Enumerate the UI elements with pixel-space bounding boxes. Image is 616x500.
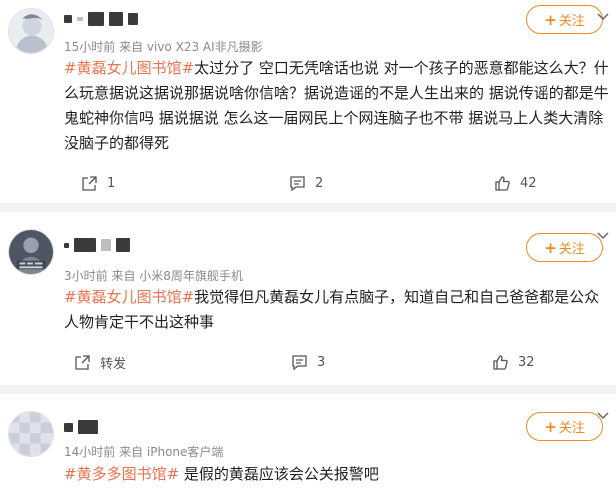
avatar-image: [9, 9, 53, 53]
like-count: 32: [518, 354, 535, 370]
follow-label: 关注: [558, 242, 585, 257]
post-text: #黄磊女儿图书馆#太过分了 空口无凭啥话也说 对一个孩子的恶意都能这么大？什么玩…: [64, 56, 609, 156]
action-bar: 转发 3 32: [0, 352, 616, 372]
share-icon: [75, 354, 90, 370]
like-count: 42: [520, 175, 537, 191]
post-text: #黄磊女儿图书馆#我觉得但凡黄磊女儿有点脑子，知道自己和自己爸爸都是公众人物肯定…: [64, 285, 609, 335]
comment-count: 2: [315, 175, 324, 191]
chevron-down-icon[interactable]: [596, 10, 610, 24]
plus-icon: +: [544, 417, 557, 436]
username-redacted[interactable]: [64, 238, 130, 252]
topic-tag[interactable]: #黄多多图书馆#: [64, 465, 179, 483]
comment-button[interactable]: 2: [289, 173, 323, 193]
topic-tag[interactable]: #黄磊女儿图书馆#: [64, 288, 194, 306]
thumbs-up-icon: [493, 354, 508, 370]
like-button[interactable]: 32: [492, 352, 535, 372]
like-button[interactable]: 42: [494, 173, 537, 193]
post-separator: [0, 203, 616, 212]
post-text: #黄多多图书馆# 是假的黄磊应该会公关报警吧: [64, 462, 609, 487]
username-redacted[interactable]: [64, 420, 98, 434]
avatar-image: [9, 230, 53, 274]
comment-icon: [290, 175, 305, 191]
plus-icon: +: [544, 10, 557, 29]
follow-button[interactable]: + 关注: [526, 5, 603, 34]
plus-icon: +: [544, 238, 557, 257]
repost-button[interactable]: 转发: [74, 352, 126, 372]
chevron-down-icon[interactable]: [596, 409, 610, 423]
avatar-image: [9, 412, 53, 456]
follow-button[interactable]: + 关注: [526, 233, 603, 262]
action-bar: 1 2 42: [0, 173, 616, 193]
repost-label: 转发: [100, 356, 127, 372]
avatar[interactable]: [8, 8, 54, 54]
avatar[interactable]: [8, 229, 54, 275]
post-separator: [0, 385, 616, 394]
username-redacted[interactable]: [64, 12, 138, 26]
topic-tag[interactable]: #黄磊女儿图书馆#: [64, 59, 194, 77]
comment-count: 3: [317, 354, 326, 370]
follow-button[interactable]: + 关注: [526, 412, 603, 441]
repost-count: 1: [107, 175, 116, 191]
comment-button[interactable]: 3: [291, 352, 325, 372]
follow-label: 关注: [558, 14, 585, 29]
chevron-down-icon[interactable]: [596, 229, 610, 243]
thumbs-up-icon: [495, 175, 510, 191]
avatar[interactable]: [8, 411, 54, 457]
post-body: 是假的黄磊应该会公关报警吧: [179, 465, 379, 483]
post-meta: 14小时前 来自 iPhone客户端: [64, 445, 224, 459]
share-icon: [82, 175, 97, 191]
follow-label: 关注: [558, 421, 585, 436]
post-meta: 3小时前 来自 小米8周年旗舰手机: [64, 269, 243, 283]
post-meta: 15小时前 来自 vivo X23 AI非凡摄影: [64, 40, 263, 54]
repost-button[interactable]: 1: [81, 173, 115, 193]
comment-icon: [292, 354, 307, 370]
